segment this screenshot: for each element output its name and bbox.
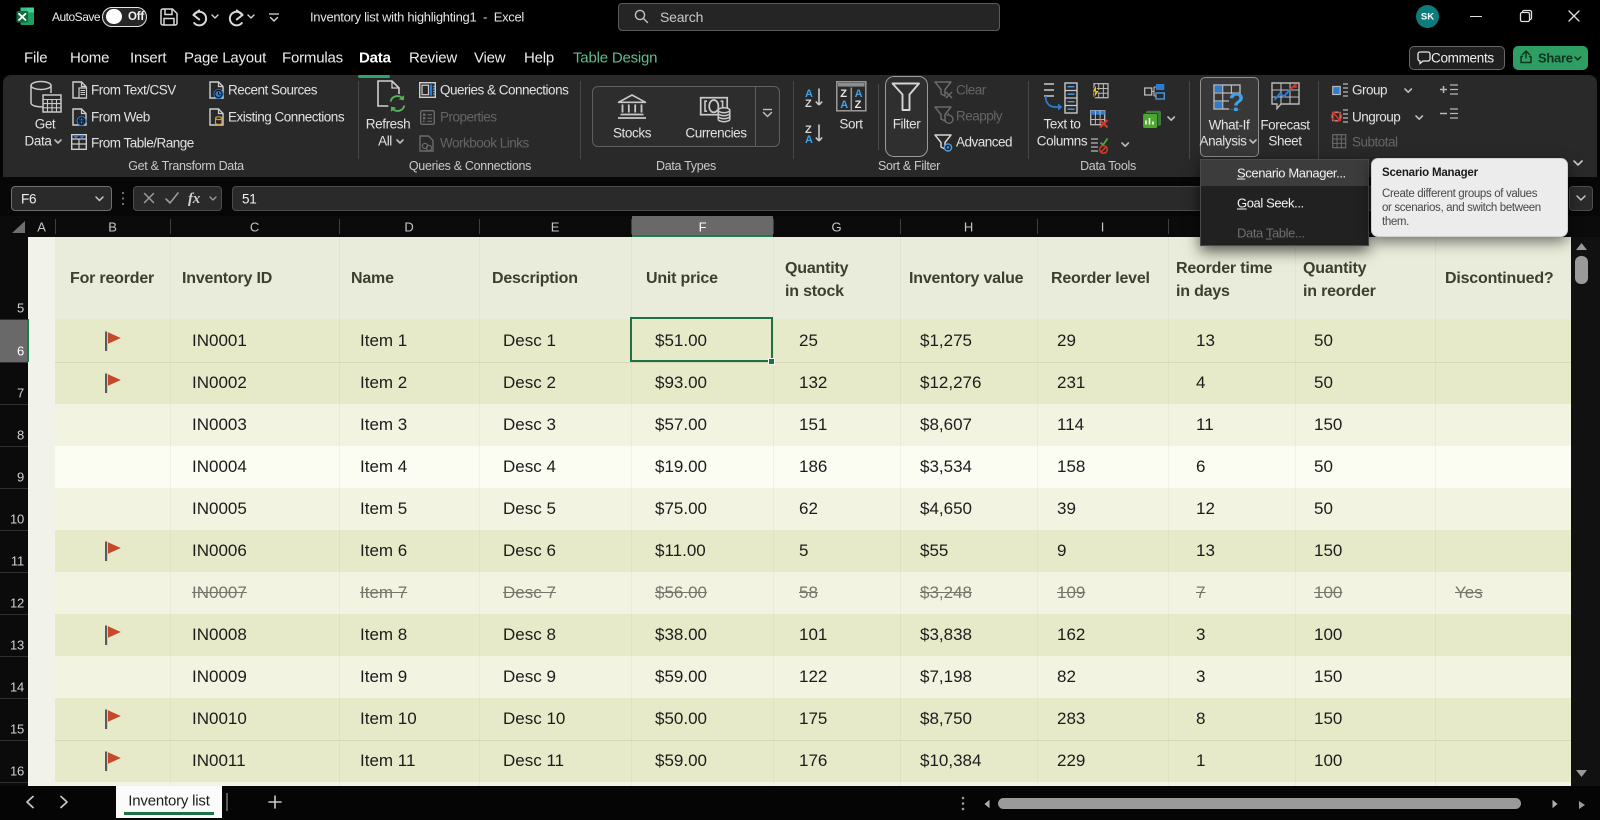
svg-text:Z: Z — [855, 99, 862, 111]
svg-text:A: A — [805, 134, 813, 146]
svg-text:?: ? — [1229, 87, 1245, 117]
svg-text:Z: Z — [805, 98, 812, 110]
svg-text:A: A — [840, 99, 848, 111]
